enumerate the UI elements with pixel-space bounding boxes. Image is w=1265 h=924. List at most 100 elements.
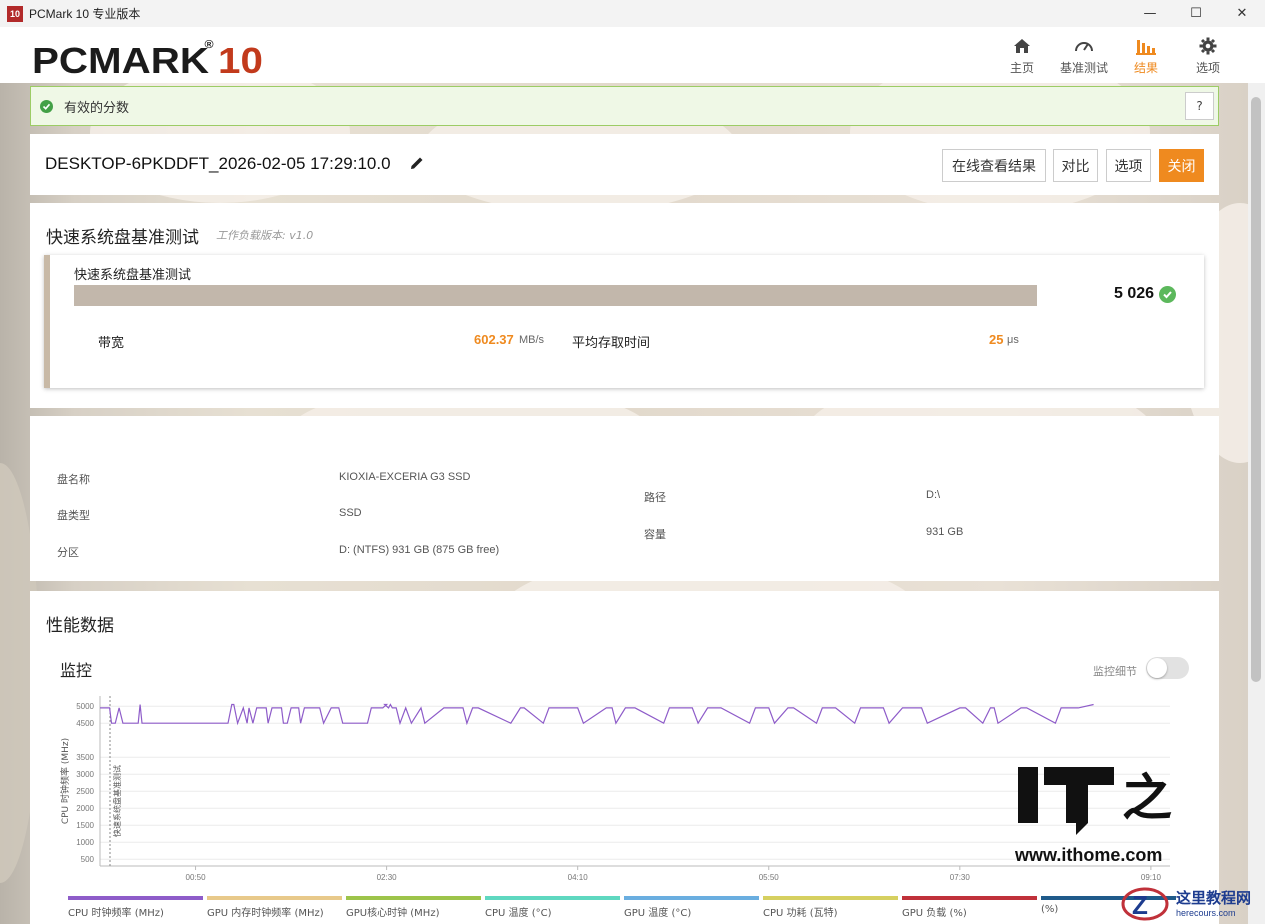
nav-home[interactable]: 主页: [991, 33, 1053, 76]
benchmark-score-panel: 快速系统盘基准测试 5 026 带宽 602.37 MB/s 平均存取时间 25…: [44, 255, 1204, 388]
y-tick-label: 4500: [76, 719, 94, 728]
legend-item[interactable]: GPU核心时钟 (MHz): [346, 896, 483, 919]
close-window-button[interactable]: ✕: [1219, 0, 1265, 27]
x-tick-label: 07:30: [950, 873, 971, 882]
legend-swatch: [902, 896, 1037, 900]
capacity-value: 931 GB: [926, 526, 964, 538]
drive-type-value: SSD: [339, 507, 362, 519]
legend-label: GPU 负载 (%): [902, 908, 967, 919]
legend-swatch: [624, 896, 759, 900]
benchmark-marker-label: 快速系统盘基准测试: [112, 765, 122, 837]
window-controls: — ☐ ✕: [1127, 0, 1265, 27]
legend-item[interactable]: GPU 内存时钟频率 (MHz): [207, 896, 344, 919]
performance-card: 性能数据 监控 监控细节 500 1000 1500 2000 2500 3000 3500…: [30, 591, 1219, 924]
path-label: 路径: [644, 491, 666, 504]
legend-item[interactable]: GPU 负载 (%): [902, 896, 1039, 919]
bandwidth-value: 602.37: [474, 332, 514, 347]
nav-benchmarks-label: 基准测试: [1059, 61, 1108, 75]
access-time-value: 25: [989, 332, 1004, 347]
window-title: PCMark 10 专业版本: [29, 7, 141, 21]
nav-options-label: 选项: [1195, 61, 1220, 75]
drive-info-card: 盘名称 KIOXIA-EXCERIA G3 SSD 盘类型 SSD 分区 D: …: [30, 416, 1219, 581]
valid-score-text: 有效的分数: [64, 100, 130, 116]
x-tick-label: 05:50: [759, 873, 780, 882]
y-tick-label: 5000: [76, 702, 94, 711]
legend-label: GPU 温度 (°C): [624, 908, 692, 919]
ithome-url: www.ithome.com: [1015, 845, 1163, 865]
nav-home-label: 主页: [1009, 61, 1034, 75]
result-name: DESKTOP-6PKDDFT_2026-02-05 17:29:10.0: [45, 154, 391, 173]
y-tick-label: 500: [81, 855, 95, 864]
benchmark-card: 快速系统盘基准测试 工作负载版本: v1.0 快速系统盘基准测试 5 026 带…: [30, 203, 1219, 408]
site-name-en: herecours.com: [1176, 907, 1236, 918]
x-tick-label: 02:30: [377, 873, 398, 882]
legend-swatch: [485, 896, 620, 900]
drive-name-label: 盘名称: [57, 473, 90, 486]
legend-item[interactable]: GPU 温度 (°C): [624, 896, 761, 919]
legend-item[interactable]: CPU 功耗 (瓦特): [763, 896, 900, 919]
bar-chart-icon: [1136, 33, 1156, 59]
svg-text:之: 之: [1122, 769, 1172, 827]
options-button[interactable]: 选项: [1106, 149, 1151, 182]
legend-label: CPU 温度 (°C): [485, 908, 552, 919]
partition-value: D: (NTFS) 931 GB (875 GB free): [339, 544, 500, 556]
valid-score-banner: 有效的分数 ?: [30, 86, 1219, 126]
score-panel-title: 快速系统盘基准测试: [74, 268, 192, 283]
gear-icon: [1199, 33, 1217, 59]
main-nav: 主页 基准测试 结果 选项: [991, 33, 1239, 76]
y-tick-label: 1000: [76, 838, 94, 847]
maximize-button[interactable]: ☐: [1173, 0, 1219, 27]
legend-item[interactable]: CPU 温度 (°C): [485, 896, 622, 919]
home-icon: [1013, 33, 1031, 59]
performance-title: 性能数据: [46, 616, 114, 636]
monitoring-details-toggle[interactable]: [1146, 657, 1189, 679]
y-tick-label: 3000: [76, 770, 94, 779]
minimize-button[interactable]: —: [1127, 0, 1173, 27]
close-result-button[interactable]: 关闭: [1159, 149, 1204, 182]
capacity-label: 容量: [644, 528, 666, 541]
bandwidth-label: 带宽: [98, 336, 125, 351]
ithome-logo: 之: [1014, 765, 1184, 841]
benchmark-score: 5 026: [1114, 285, 1177, 303]
workload-version: 工作负载版本: v1.0: [216, 229, 314, 242]
site-name-cn: 这里教程网: [1176, 888, 1252, 907]
benchmark-title: 快速系统盘基准测试: [46, 228, 199, 248]
legend-item[interactable]: CPU 时钟频率 (MHz): [68, 896, 205, 919]
nav-results[interactable]: 结果: [1115, 33, 1177, 76]
toggle-knob: [1147, 658, 1167, 678]
y-tick-label: 2500: [76, 787, 94, 796]
legend-swatch: [207, 896, 342, 900]
drive-name-value: KIOXIA-EXCERIA G3 SSD: [339, 471, 471, 483]
partition-label: 分区: [57, 546, 79, 559]
chart-legend: CPU 时钟频率 (MHz) GPU 内存时钟频率 (MHz) GPU核心时钟 (M…: [68, 896, 1188, 924]
app-header: PCMARK® 10 主页 基准测试 结果 选项: [0, 27, 1265, 83]
legend-swatch: [68, 896, 203, 900]
compare-button[interactable]: 对比: [1053, 149, 1098, 182]
check-circle-icon: [40, 99, 53, 113]
y-axis-label: CPU 时钟频率 (MHz): [60, 738, 71, 824]
pcmark-logo: PCMARK® 10: [32, 39, 263, 81]
nav-options[interactable]: 选项: [1177, 33, 1239, 76]
monitoring-details-label: 监控细节: [1093, 665, 1137, 678]
view-online-button[interactable]: 在线查看结果: [942, 149, 1046, 182]
scrollbar-thumb[interactable]: [1251, 97, 1261, 682]
score-bar: [74, 285, 1037, 306]
cpu-clock-series-line: [100, 703, 1094, 726]
legend-swatch: [763, 896, 898, 900]
site-logo-icon: Z: [1121, 887, 1169, 921]
nav-benchmarks[interactable]: 基准测试: [1053, 33, 1115, 76]
legend-label: GPU核心时钟 (MHz): [346, 908, 440, 919]
title-bar: 10 PCMark 10 专业版本 — ☐ ✕: [0, 0, 1265, 27]
x-tick-label: 04:10: [568, 873, 589, 882]
legend-label: GPU 内存时钟频率 (MHz): [207, 908, 324, 919]
nav-results-label: 结果: [1133, 61, 1158, 75]
y-tick-label: 3500: [76, 753, 94, 762]
access-time-label: 平均存取时间: [572, 336, 651, 351]
pencil-icon[interactable]: [410, 155, 424, 174]
gauge-icon: [1074, 33, 1094, 59]
score-value: 5 026: [1114, 285, 1155, 302]
legend-swatch: [346, 896, 481, 900]
help-button[interactable]: ?: [1185, 92, 1214, 120]
access-time-unit: μs: [1007, 334, 1019, 346]
check-circle-icon: [1159, 285, 1177, 303]
